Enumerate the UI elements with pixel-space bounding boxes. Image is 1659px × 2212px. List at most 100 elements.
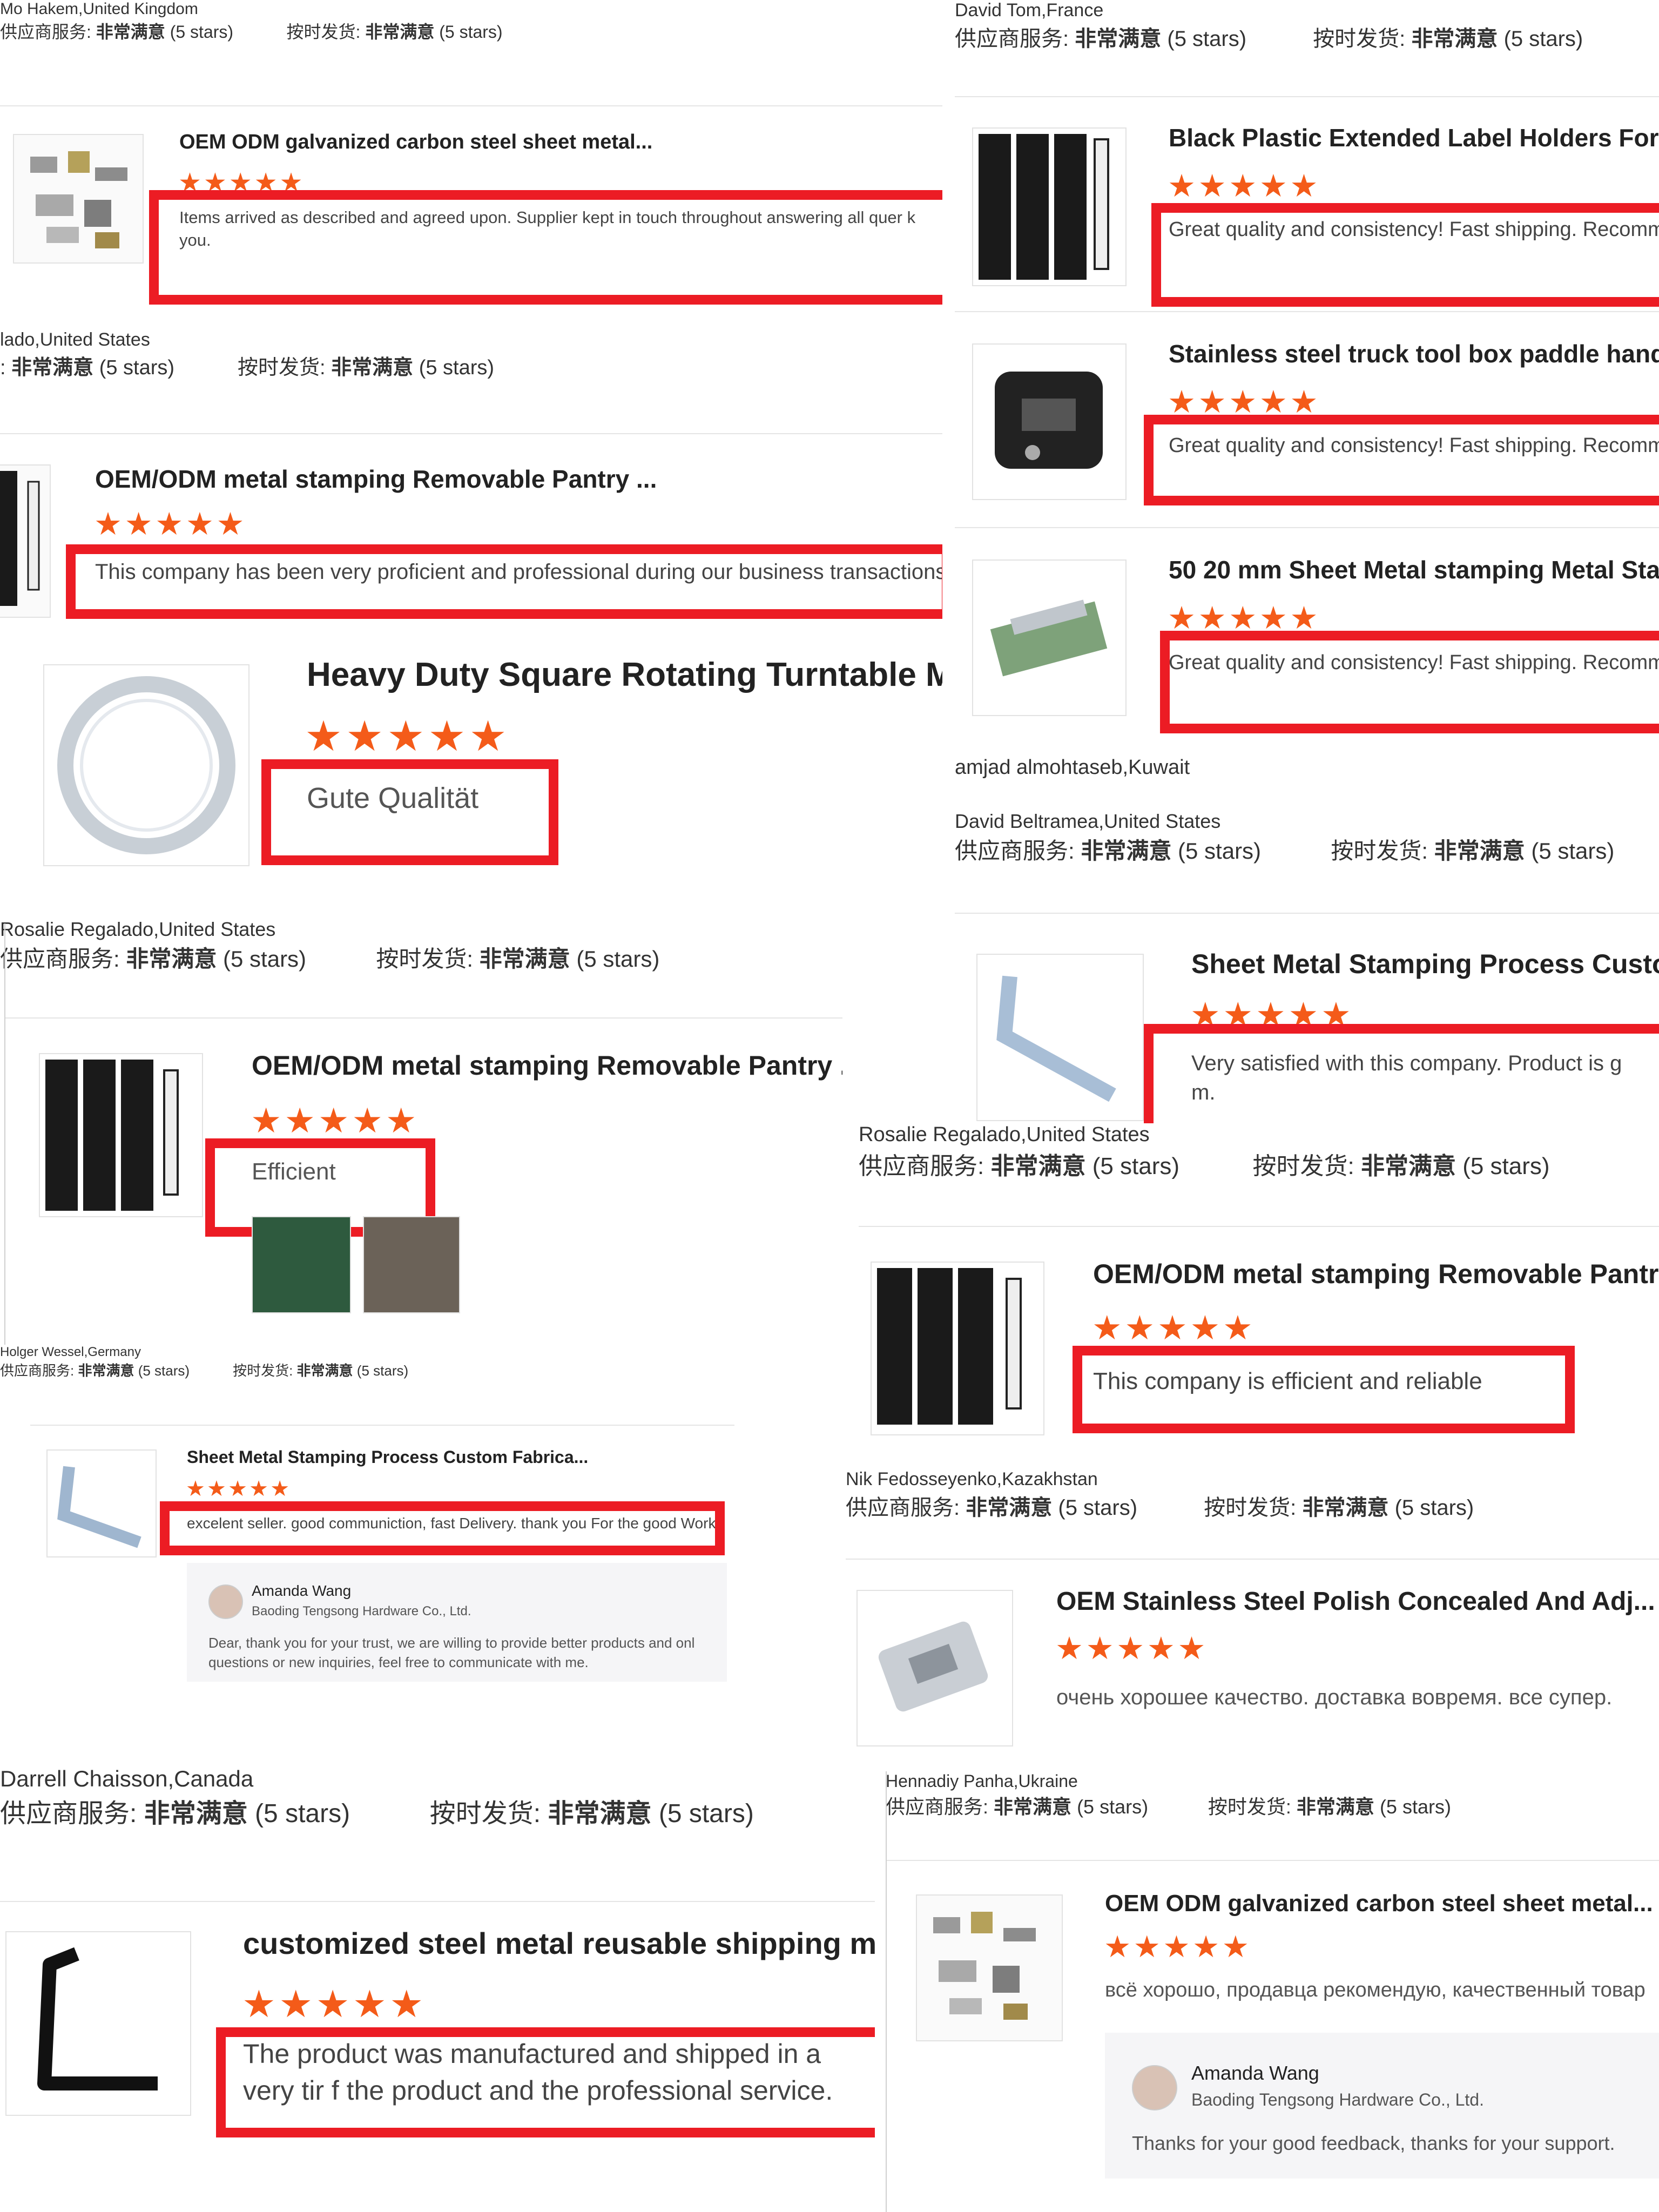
product-image <box>57 676 235 854</box>
review-card: David Tom,France 供应商服务: 非常满意 (5 stars) 按… <box>955 0 1659 756</box>
star-rating: ★★★★★ <box>1168 168 1321 204</box>
highlight-box <box>66 544 942 619</box>
product-title[interactable]: OEM/ODM metal stamping Removable Pantry … <box>252 1050 842 1081</box>
reply-company: Baoding Tengsong Hardware Co., Ltd. <box>252 1604 471 1618</box>
review-comment: очень хорошее качество. доставка вовремя… <box>1056 1685 1613 1709</box>
reply-company: Baoding Tengsong Hardware Co., Ltd. <box>1191 2090 1484 2109</box>
rating-row: 供应商服务: 非常满意 (5 stars) 按时发货: 非常满意 (5 star… <box>955 838 1615 864</box>
product-thumbnail[interactable] <box>976 954 1144 1121</box>
product-thumbnail[interactable] <box>972 127 1127 286</box>
review-card: Holger Wessel,Germany 供应商服务: 非常满意 (5 sta… <box>0 1345 842 1723</box>
product-thumbnail[interactable] <box>871 1262 1044 1435</box>
star-rating: ★★★★★ <box>251 1101 420 1140</box>
reviewer-name: Rosalie Regalado,United States <box>0 918 276 940</box>
review-card: Rosalie Regalado,United States 供应商服务: 非常… <box>859 1123 1659 1469</box>
review-card: Heavy Duty Square Rotating Turntable Met… <box>0 632 942 918</box>
highlight-box <box>216 2027 875 2137</box>
highlight-box <box>1144 415 1659 505</box>
product-thumbnail[interactable] <box>13 134 144 264</box>
review-card: Rosalie Regalado,United States 供应商服务: 非常… <box>0 918 842 1345</box>
rating-row: 供应商服务: 非常满意 (5 stars) 按时发货: 非常满意 (5 star… <box>0 946 660 972</box>
review-photo[interactable] <box>363 1216 460 1313</box>
product-image <box>933 1912 1036 2020</box>
product-thumbnail[interactable] <box>39 1053 203 1217</box>
review-card: Darrell Chaisson,Canada 供应商服务: 非常满意 (5 s… <box>0 1766 875 2212</box>
review-card: Hennadiy Panha,Ukraine 供应商服务: 非常满意 (5 st… <box>886 1771 1659 2212</box>
reviewer-name: Holger Wessel,Germany <box>0 1345 141 1359</box>
highlight-box <box>1073 1346 1575 1433</box>
product-thumbnail[interactable] <box>46 1449 157 1557</box>
star-rating: ★★★★★ <box>305 712 510 760</box>
review-card: amjad almohtaseb,Kuwait <box>955 756 1659 810</box>
avatar <box>208 1584 243 1619</box>
reply-author: Amanda Wang <box>1191 2062 1319 2084</box>
rating-row: 供应商服务: 非常满意 (5 stars) 按时发货: 非常满意 (5 star… <box>859 1153 1550 1179</box>
rating-row: 供应商服务: 非常满意 (5 stars) 按时发货: 非常满意 (5 star… <box>0 1363 409 1379</box>
review-card: lado,United States : 非常满意 (5 stars) 按时发货… <box>0 329 942 632</box>
star-rating: ★★★★★ <box>242 1983 427 2025</box>
product-image <box>877 1268 1022 1425</box>
product-image <box>57 1466 141 1548</box>
product-title[interactable]: Sheet Metal Stamping Process Custom Fabr… <box>187 1447 588 1467</box>
reply-message: Thanks for your good feedback, thanks fo… <box>1132 2132 1615 2154</box>
product-thumbnail[interactable] <box>972 559 1127 716</box>
star-rating: ★★★★★ <box>1104 1930 1252 1964</box>
product-image <box>0 471 40 606</box>
star-rating: ★★★★★ <box>1092 1310 1256 1347</box>
product-title[interactable]: customized steel metal reusable shipping… <box>243 1926 875 1961</box>
product-image <box>45 1060 179 1211</box>
highlight-box <box>149 190 942 305</box>
seller-reply: Amanda Wang Baoding Tengsong Hardware Co… <box>1105 2033 1659 2179</box>
review-card: David Beltramea,United States 供应商服务: 非常满… <box>955 810 1659 1134</box>
product-image <box>979 134 1109 280</box>
rating-row: 供应商服务: 非常满意 (5 stars) 按时发货: 非常满意 (5 star… <box>0 22 503 42</box>
product-image <box>995 372 1103 469</box>
product-title[interactable]: Stainless steel truck tool box paddle ha… <box>1169 339 1659 368</box>
product-image <box>996 975 1116 1102</box>
product-thumbnail[interactable] <box>0 464 51 618</box>
product-image <box>30 151 127 248</box>
product-image <box>990 599 1108 677</box>
product-title[interactable]: Black Plastic Extended Label Holders For… <box>1169 123 1659 152</box>
review-photo[interactable] <box>252 1216 351 1313</box>
product-image <box>878 1621 988 1712</box>
reviewer-name: Mo Hakem,United Kingdom <box>0 0 198 18</box>
product-title[interactable]: Heavy Duty Square Rotating Turntable Met… <box>307 656 942 694</box>
reviewer-name: lado,United States <box>0 329 150 350</box>
rating-row: 供应商服务: 非常满意 (5 stars) 按时发货: 非常满意 (5 star… <box>955 27 1583 51</box>
product-title[interactable]: OEM Stainless Steel Polish Concealed And… <box>1056 1587 1655 1616</box>
product-title[interactable]: 50 20 mm Sheet Metal stamping Metal Stai… <box>1169 555 1659 584</box>
seller-reply: Amanda Wang Baoding Tengsong Hardware Co… <box>187 1563 727 1682</box>
star-rating: ★★★★★ <box>94 507 247 542</box>
highlight-box <box>261 759 558 865</box>
rating-row: : 非常满意 (5 stars) 按时发货: 非常满意 (5 stars) <box>0 356 495 379</box>
product-title[interactable]: OEM/ODM metal stamping Removable Pantry <box>1093 1258 1659 1290</box>
product-thumbnail[interactable] <box>43 664 249 866</box>
review-card: Mo Hakem,United Kingdom 供应商服务: 非常满意 (5 s… <box>0 0 942 329</box>
reviewer-name: Darrell Chaisson,Canada <box>0 1766 254 1791</box>
highlight-box <box>1144 1024 1659 1134</box>
product-thumbnail[interactable] <box>916 1894 1063 2041</box>
product-title[interactable]: OEM/ODM metal stamping Removable Pantry … <box>95 464 657 494</box>
review-comment: всё хорошо, продавца рекомендую, качеств… <box>1105 1979 1645 2001</box>
reviewer-name: amjad almohtaseb,Kuwait <box>955 756 1190 779</box>
product-title[interactable]: OEM ODM galvanized carbon steel sheet me… <box>179 131 652 154</box>
reviewer-name: Rosalie Regalado,United States <box>859 1123 1150 1146</box>
avatar <box>1132 2065 1177 2110</box>
reply-message: Dear, thank you for your trust, we are w… <box>208 1635 695 1671</box>
highlight-box <box>1151 203 1659 307</box>
product-thumbnail[interactable] <box>972 343 1127 500</box>
rating-row: 供应商服务: 非常满意 (5 stars) 按时发货: 非常满意 (5 star… <box>846 1496 1474 1520</box>
product-thumbnail[interactable] <box>857 1590 1013 1746</box>
reviewer-name: Nik Fedosseyenko,Kazakhstan <box>846 1469 1098 1489</box>
highlight-box <box>1160 631 1659 733</box>
reply-author: Amanda Wang <box>252 1582 352 1599</box>
reviewer-name: Hennadiy Panha,Ukraine <box>886 1771 1078 1791</box>
rating-row: 供应商服务: 非常满意 (5 stars) 按时发货: 非常满意 (5 star… <box>886 1796 1451 1818</box>
review-card: Nik Fedosseyenko,Kazakhstan 供应商服务: 非常满意 … <box>846 1469 1659 1771</box>
highlight-box <box>160 1501 725 1555</box>
product-thumbnail[interactable] <box>5 1931 191 2116</box>
product-title[interactable]: Sheet Metal Stamping Process Custom <box>1191 948 1659 980</box>
product-title[interactable]: OEM ODM galvanized carbon steel sheet me… <box>1105 1890 1653 1917</box>
rating-row: 供应商服务: 非常满意 (5 stars) 按时发货: 非常满意 (5 star… <box>0 1799 754 1828</box>
